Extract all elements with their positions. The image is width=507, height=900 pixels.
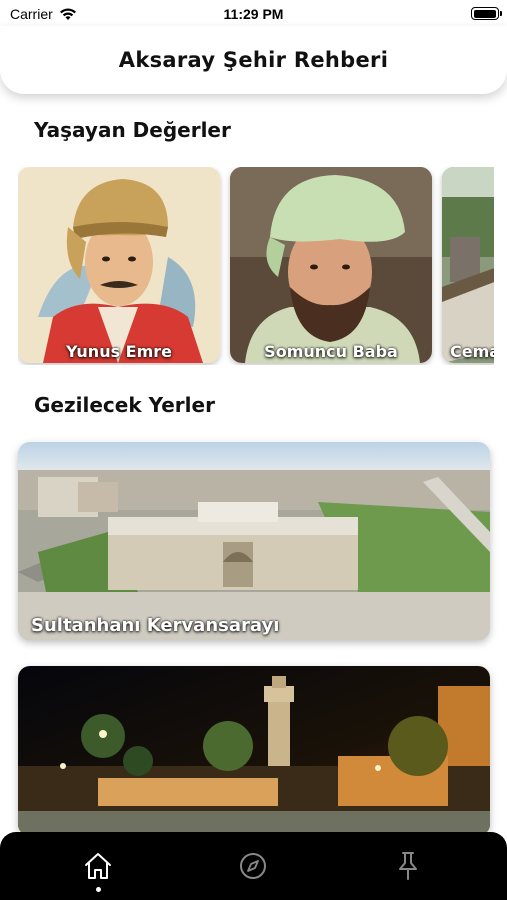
- person-card-yunus-emre[interactable]: Yunus Emre: [18, 167, 220, 363]
- battery-icon: [471, 7, 502, 20]
- place-card-sultanhani[interactable]: Sultanhanı Kervansarayı: [18, 442, 490, 640]
- tab-pinned[interactable]: [388, 846, 428, 886]
- status-bar: Carrier 11:29 PM: [0, 0, 507, 28]
- battery-fill: [473, 9, 496, 18]
- home-icon: [85, 853, 111, 879]
- section-title-living-values: Yaşayan Değerler: [34, 118, 231, 142]
- tab-home[interactable]: [78, 846, 118, 886]
- page-title: Aksaray Şehir Rehberi: [118, 48, 389, 72]
- active-tab-indicator: [96, 887, 101, 892]
- card-label: Somuncu Baba: [264, 342, 398, 361]
- place-card-night-square[interactable]: [18, 666, 490, 836]
- cemal-image: [442, 167, 494, 363]
- status-time: 11:29 PM: [223, 6, 284, 22]
- card-label: Yunus Emre: [65, 342, 173, 361]
- card-label: Cemal: [450, 342, 494, 361]
- compass-icon: [240, 853, 266, 879]
- sultanhani-image: [18, 442, 490, 640]
- yunus-emre-image: [18, 167, 220, 363]
- card-label: Sultanhanı Kervansarayı: [31, 615, 280, 636]
- tab-explore[interactable]: [233, 846, 273, 886]
- night-square-image: [18, 666, 490, 836]
- nav-header: Aksaray Şehir Rehberi: [0, 26, 507, 94]
- person-card-cemal[interactable]: Cemal: [442, 167, 494, 363]
- living-values-carousel[interactable]: Yunus Emre Somuncu Baba Cemal: [18, 167, 494, 365]
- section-title-places: Gezilecek Yerler: [34, 393, 215, 417]
- person-card-somuncu-baba[interactable]: Somuncu Baba: [230, 167, 432, 363]
- somuncu-baba-image: [230, 167, 432, 363]
- tab-bar: [0, 832, 507, 900]
- pin-icon: [399, 852, 417, 880]
